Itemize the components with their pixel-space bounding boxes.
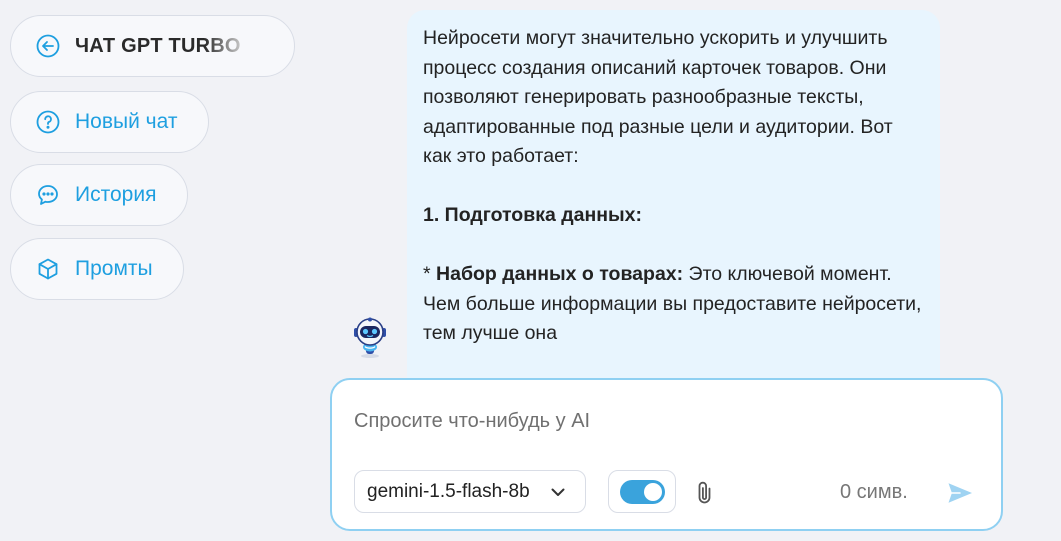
model-select-value: gemini-1.5-flash-8b <box>367 480 530 502</box>
robot-icon <box>354 317 386 358</box>
paperclip-icon[interactable] <box>694 480 716 506</box>
message-composer: gemini-1.5-flash-8b 0 симв. <box>330 378 1003 531</box>
cube-icon <box>36 257 60 281</box>
history-label: История <box>75 183 157 206</box>
char-count: 0 симв. <box>840 481 908 503</box>
prompts-label: Промты <box>75 257 153 280</box>
send-icon[interactable] <box>946 479 974 507</box>
chat-bubble-icon <box>36 183 60 207</box>
assistant-message: Нейросети могут значительно ускорить и у… <box>407 10 940 410</box>
model-select[interactable]: gemini-1.5-flash-8b <box>354 470 586 513</box>
new-chat-label: Новый чат <box>75 110 178 133</box>
message-bullet: * Набор данных о товарах: Это ключевой м… <box>423 263 922 344</box>
app-title: ЧАТ GPT TURBO <box>75 34 241 57</box>
new-chat-button[interactable]: Новый чат <box>10 91 209 153</box>
question-circle-icon <box>36 110 60 134</box>
prompts-button[interactable]: Промты <box>10 238 184 300</box>
web-toggle-box[interactable] <box>608 470 676 513</box>
back-brand-button[interactable]: ЧАТ GPT TURBO <box>10 15 295 77</box>
prompt-input[interactable] <box>354 406 974 436</box>
message-intro: Нейросети могут значительно ускорить и у… <box>423 27 893 167</box>
message-heading: 1. Подготовка данных: <box>423 204 643 226</box>
assistant-avatar <box>349 316 391 360</box>
toggle-switch[interactable] <box>619 479 665 504</box>
chevron-down-icon <box>549 483 567 506</box>
history-button[interactable]: История <box>10 164 188 226</box>
chat-page: ЧАТ GPT TURBO Новый чат История Промты Н… <box>0 0 1061 541</box>
arrow-left-circle-icon <box>36 34 60 58</box>
